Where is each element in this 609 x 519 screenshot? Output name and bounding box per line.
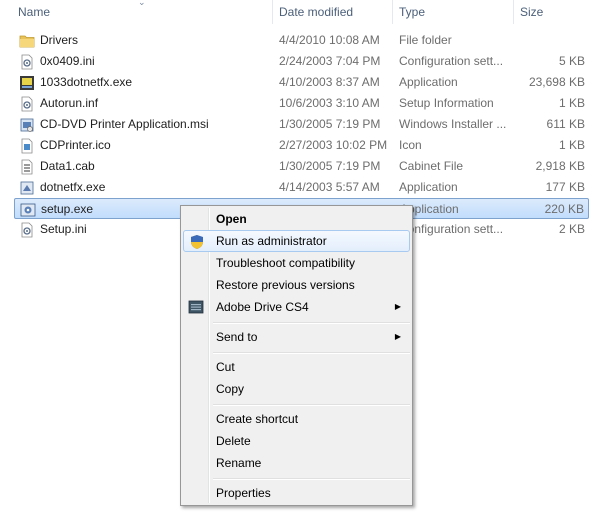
column-name[interactable]: Name	[18, 0, 50, 24]
file-type: Cabinet File	[399, 159, 464, 173]
file-size: 220 KB	[544, 202, 584, 216]
menu-item-label: Create shortcut	[216, 412, 299, 426]
sort-arrow-icon: ⌄	[138, 0, 146, 7]
file-type: File folder	[399, 33, 452, 47]
file-type: Setup Information	[399, 96, 494, 110]
menu-item-create-shortcut[interactable]: Create shortcut	[183, 408, 410, 430]
menu-item-label: Run as administrator	[216, 234, 327, 248]
ini-file-icon	[21, 222, 33, 238]
file-row[interactable]: CD-DVD Printer Application.msi 1/30/2005…	[14, 114, 589, 135]
file-date: 4/14/2003 5:57 AM	[279, 180, 380, 194]
file-type: Application	[399, 180, 458, 194]
menu-item-run-as-administrator[interactable]: Run as administrator	[183, 230, 410, 252]
menu-item-label: Properties	[216, 486, 271, 500]
menu-item-label: Send to	[216, 330, 258, 344]
menu-separator	[213, 404, 410, 406]
file-row[interactable]: Data1.cab 1/30/2005 7:19 PM Cabinet File…	[14, 156, 589, 177]
adobe-drive-icon	[188, 300, 204, 314]
file-name: 0x0409.ini	[40, 54, 95, 68]
column-divider[interactable]	[392, 0, 393, 24]
file-name: Setup.ini	[40, 222, 87, 236]
column-divider[interactable]	[272, 0, 273, 24]
column-size[interactable]: Size	[520, 0, 543, 24]
exe-icon	[20, 76, 34, 90]
file-size: 2,918 KB	[535, 159, 585, 173]
file-name: CD-DVD Printer Application.msi	[40, 117, 209, 131]
folder-icon	[19, 35, 35, 48]
menu-item-send-to[interactable]: Send to ▶	[183, 326, 410, 348]
file-date: 2/27/2003 10:02 PM	[279, 138, 388, 152]
menu-separator	[213, 352, 410, 354]
menu-item-copy[interactable]: Copy	[183, 378, 410, 400]
submenu-arrow-icon: ▶	[394, 332, 401, 341]
file-type: Icon	[399, 138, 422, 152]
file-size: 177 KB	[545, 180, 585, 194]
file-size: 23,698 KB	[528, 75, 585, 89]
file-size: 5 KB	[558, 54, 585, 68]
submenu-arrow-icon: ▶	[394, 302, 401, 311]
menu-item-label: Restore previous versions	[216, 278, 355, 292]
file-date: 2/24/2003 7:04 PM	[279, 54, 381, 68]
file-size: 2 KB	[558, 222, 585, 236]
file-date: 1/30/2005 7:19 PM	[279, 159, 381, 173]
file-size: 1 KB	[558, 96, 585, 110]
uac-shield-icon	[191, 235, 203, 249]
file-date: 1/30/2005 7:19 PM	[279, 117, 381, 131]
menu-item-label: Delete	[216, 434, 251, 448]
menu-item-adobe-drive[interactable]: Adobe Drive CS4 ▶	[183, 296, 410, 318]
menu-item-open[interactable]: Open	[183, 208, 410, 230]
file-type: Configuration sett...	[399, 222, 504, 236]
file-row[interactable]: Autorun.inf 10/6/2003 3:10 AM Setup Info…	[14, 93, 589, 114]
menu-item-label: Copy	[216, 382, 245, 396]
file-size: 611 KB	[546, 117, 585, 131]
column-divider[interactable]	[513, 0, 514, 24]
column-type[interactable]: Type	[399, 0, 425, 24]
file-type: Application	[399, 75, 458, 89]
file-name: Drivers	[40, 33, 78, 47]
menu-item-restore-previous-versions[interactable]: Restore previous versions	[183, 274, 410, 296]
file-name: dotnetfx.exe	[40, 180, 106, 194]
inf-file-icon	[21, 96, 33, 112]
file-row[interactable]: Drivers 4/4/2010 10:08 AM File folder	[14, 30, 589, 51]
file-row[interactable]: 0x0409.ini 2/24/2003 7:04 PM Configurati…	[14, 51, 589, 72]
file-name: Autorun.inf	[40, 96, 99, 110]
file-type: Windows Installer ...	[399, 117, 507, 131]
file-date: 10/6/2003 3:10 AM	[279, 96, 380, 110]
menu-item-delete[interactable]: Delete	[183, 430, 410, 452]
menu-separator	[213, 478, 410, 480]
column-header: Name ⌄ Date modified Type Size	[0, 0, 609, 24]
context-menu: Open Run as administrator Troubleshoot c…	[180, 205, 413, 506]
column-date-modified[interactable]: Date modified	[279, 0, 353, 24]
exe-icon	[20, 181, 34, 195]
file-row[interactable]: CDPrinter.ico 2/27/2003 10:02 PM Icon 1 …	[14, 135, 589, 156]
file-row[interactable]: dotnetfx.exe 4/14/2003 5:57 AM Applicati…	[14, 177, 589, 198]
file-date: 4/10/2003 8:37 AM	[279, 75, 380, 89]
menu-item-troubleshoot-compatibility[interactable]: Troubleshoot compatibility	[183, 252, 410, 274]
file-date: 4/4/2010 10:08 AM	[279, 33, 380, 47]
file-row[interactable]: 1033dotnetfx.exe 4/10/2003 8:37 AM Appli…	[14, 72, 589, 93]
menu-item-properties[interactable]: Properties	[183, 482, 410, 504]
file-type: Configuration sett...	[399, 54, 504, 68]
menu-item-label: Adobe Drive CS4	[216, 300, 309, 314]
menu-separator	[213, 322, 410, 324]
file-type: Application	[400, 202, 459, 216]
menu-item-cut[interactable]: Cut	[183, 356, 410, 378]
file-name: 1033dotnetfx.exe	[40, 75, 133, 89]
setup-exe-icon	[20, 203, 36, 217]
file-name: setup.exe	[41, 202, 94, 216]
file-name: Data1.cab	[40, 159, 95, 173]
menu-item-label: Rename	[216, 456, 262, 470]
ico-file-icon	[21, 138, 33, 154]
cab-file-icon	[21, 159, 33, 175]
menu-item-rename[interactable]: Rename	[183, 452, 410, 474]
msi-file-icon	[20, 118, 34, 132]
file-name: CDPrinter.ico	[40, 138, 111, 152]
menu-item-label: Open	[216, 212, 247, 226]
menu-item-label: Troubleshoot compatibility	[216, 256, 355, 270]
ini-file-icon	[21, 54, 33, 70]
file-size: 1 KB	[558, 138, 585, 152]
menu-item-label: Cut	[216, 360, 235, 374]
